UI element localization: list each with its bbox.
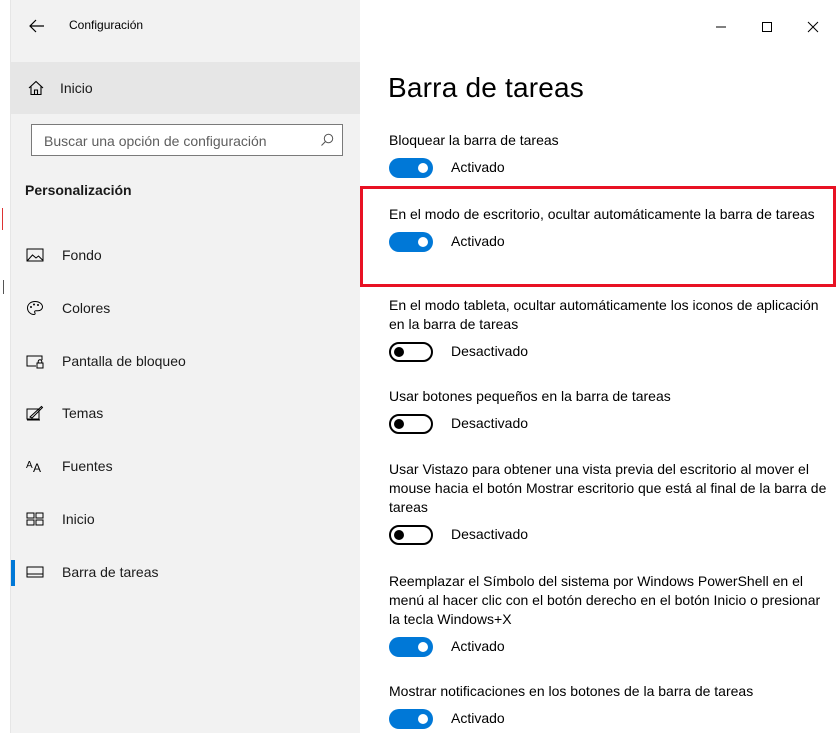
sidebar-item-taskbar[interactable]: Barra de tareas	[11, 553, 360, 591]
sidebar-item-label: Temas	[62, 405, 104, 421]
sidebar-item-label: Inicio	[62, 511, 95, 527]
toggle-knob	[394, 419, 404, 429]
toggle-knob	[418, 714, 428, 724]
setting-description: Mostrar notificaciones en los botones de…	[389, 683, 754, 699]
toggle-knob	[418, 642, 428, 652]
background-window-edge	[0, 0, 10, 733]
themes-icon	[26, 405, 44, 421]
sidebar-item-themes[interactable]: Temas	[11, 394, 360, 432]
close-button[interactable]	[790, 0, 836, 54]
sidebar-item-label: Pantalla de bloqueo	[62, 353, 186, 369]
setting-description: Usar botones pequeños en la barra de tar…	[389, 388, 671, 404]
search-icon[interactable]	[320, 133, 334, 147]
edge-mark	[2, 208, 3, 230]
setting-auto-hide-tablet: En el modo tableta, ocultar automáticame…	[389, 296, 829, 362]
toggle-state-label: Desactivado	[451, 415, 529, 431]
taskbar-icon	[26, 566, 44, 578]
back-arrow-icon	[29, 19, 44, 33]
search-box	[31, 124, 343, 156]
toggle-switch[interactable]	[389, 232, 433, 252]
minimize-icon	[716, 26, 726, 28]
edge-mark	[3, 280, 4, 294]
setting-notification-badges: Mostrar notificaciones en los botones de…	[389, 682, 829, 729]
sidebar-item-lock-screen[interactable]: Pantalla de bloqueo	[11, 342, 360, 380]
setting-description: En el modo de escritorio, ocultar automá…	[389, 206, 815, 222]
sidebar-item-fonts[interactable]: A A Fuentes	[11, 447, 360, 485]
active-indicator	[11, 560, 15, 586]
toggle-state-label: Desactivado	[451, 526, 529, 542]
toggle-state-label: Activado	[451, 710, 505, 726]
toggle-state-label: Activado	[451, 638, 505, 654]
setting-description: En el modo tableta, ocultar automáticame…	[389, 297, 819, 332]
toggle-knob	[418, 163, 428, 173]
setting-description: Reemplazar el Símbolo del sistema por Wi…	[389, 573, 821, 627]
picture-icon	[26, 248, 44, 262]
toggle-switch[interactable]	[389, 342, 433, 362]
toggle-switch[interactable]	[389, 525, 433, 545]
toggle-switch[interactable]	[389, 158, 433, 178]
toggle-state-label: Desactivado	[451, 343, 529, 359]
title-bar: Configuración	[11, 0, 360, 54]
toggle-knob	[394, 530, 404, 540]
start-menu-icon	[26, 512, 44, 526]
maximize-icon	[762, 22, 772, 32]
search-input[interactable]	[42, 130, 316, 152]
home-icon	[28, 80, 44, 96]
setting-powershell: Reemplazar el Símbolo del sistema por Wi…	[389, 572, 829, 657]
app-title: Configuración	[69, 18, 144, 32]
section-title: Personalización	[25, 182, 132, 198]
minimize-button[interactable]	[698, 0, 744, 54]
page-title: Barra de tareas	[388, 72, 584, 103]
setting-small-buttons: Usar botones pequeños en la barra de tar…	[389, 387, 829, 434]
toggle-switch[interactable]	[389, 709, 433, 729]
toggle-knob	[394, 347, 404, 357]
sidebar-item-colors[interactable]: Colores	[11, 289, 360, 327]
sidebar-item-label: Colores	[62, 300, 111, 316]
close-icon	[807, 21, 819, 33]
maximize-button[interactable]	[744, 0, 790, 54]
sidebar-item-label: Barra de tareas	[62, 564, 159, 580]
sidebar-item-background[interactable]: Fondo	[11, 236, 360, 274]
svg-text:A: A	[26, 460, 33, 471]
sidebar: Configuración Inicio Personalización Fon…	[11, 0, 360, 733]
lock-screen-icon	[26, 355, 44, 369]
setting-lock-taskbar: Bloquear la barra de tareas Activado	[389, 131, 829, 178]
setting-description: Bloquear la barra de tareas	[389, 132, 559, 148]
setting-auto-hide-desktop: En el modo de escritorio, ocultar automá…	[389, 205, 829, 252]
sidebar-item-label: Inicio	[60, 80, 93, 96]
sidebar-item-home[interactable]: Inicio	[11, 62, 360, 114]
fonts-icon: A A	[26, 460, 41, 474]
main-content: Barra de tareas Bloquear la barra de tar…	[360, 0, 840, 733]
toggle-switch[interactable]	[389, 414, 433, 434]
toggle-knob	[418, 237, 428, 247]
svg-text:A: A	[33, 461, 41, 474]
toggle-state-label: Activado	[451, 159, 505, 175]
toggle-switch[interactable]	[389, 637, 433, 657]
setting-peek: Usar Vistazo para obtener una vista prev…	[389, 460, 829, 545]
sidebar-item-start[interactable]: Inicio	[11, 500, 360, 538]
toggle-state-label: Activado	[451, 233, 505, 249]
setting-description: Usar Vistazo para obtener una vista prev…	[389, 461, 827, 515]
back-button[interactable]	[25, 14, 49, 38]
sidebar-item-label: Fondo	[62, 247, 102, 263]
sidebar-item-label: Fuentes	[62, 458, 113, 474]
palette-icon	[26, 300, 44, 316]
